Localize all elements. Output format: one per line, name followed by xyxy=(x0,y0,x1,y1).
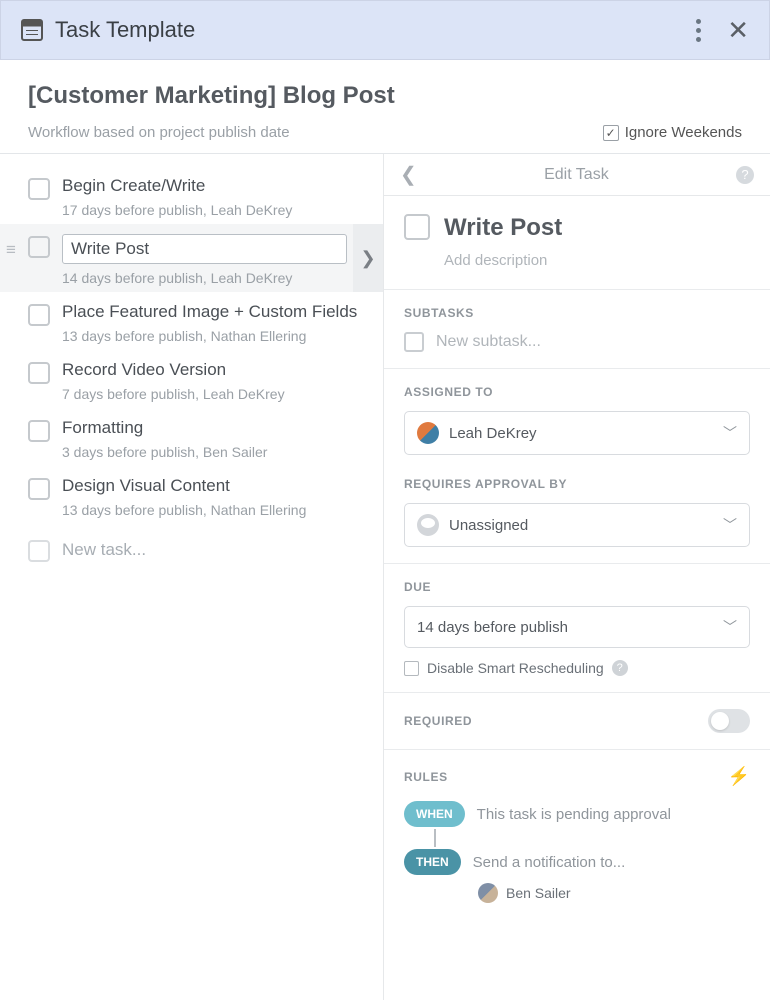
task-checkbox[interactable] xyxy=(28,362,50,384)
task-detail-panel: ❮ Edit Task ? Write Post Add description… xyxy=(384,154,770,1000)
detail-title[interactable]: Write Post xyxy=(444,214,562,242)
task-row[interactable]: Formatting 3 days before publish, Ben Sa… xyxy=(0,408,383,466)
ignore-weekends-label: Ignore Weekends xyxy=(625,124,742,141)
detail-header-title: Edit Task xyxy=(544,166,609,184)
task-row[interactable]: Record Video Version 7 days before publi… xyxy=(0,350,383,408)
due-value: 14 days before publish xyxy=(417,619,568,636)
project-title: [Customer Marketing] Blog Post xyxy=(28,82,742,110)
rule-when-text: This task is pending approval xyxy=(477,806,671,823)
help-icon[interactable]: ? xyxy=(612,660,628,676)
more-menu-icon[interactable] xyxy=(696,19,701,42)
disable-resched-checkbox[interactable] xyxy=(404,661,419,676)
subtasks-section: SUBTASKS New subtask... xyxy=(384,289,770,368)
task-row[interactable]: Place Featured Image + Custom Fields 13 … xyxy=(0,292,383,350)
bolt-icon[interactable]: ⚡ xyxy=(728,766,750,787)
avatar-icon xyxy=(478,883,498,903)
approval-value: Unassigned xyxy=(449,517,528,534)
when-pill: WHEN xyxy=(404,801,465,827)
template-icon xyxy=(21,19,43,41)
task-list: Begin Create/Write 17 days before publis… xyxy=(0,154,384,1000)
required-toggle[interactable] xyxy=(708,709,750,733)
ignore-weekends-toggle[interactable]: ✓ Ignore Weekends xyxy=(603,124,742,141)
task-meta: 14 days before publish, Leah DeKrey xyxy=(62,270,347,286)
task-checkbox[interactable] xyxy=(28,178,50,200)
avatar-empty-icon xyxy=(417,514,439,536)
assigned-value: Leah DeKrey xyxy=(449,425,537,442)
task-checkbox[interactable] xyxy=(28,304,50,326)
workflow-subtitle: Workflow based on project publish date xyxy=(28,124,290,141)
task-meta: 17 days before publish, Leah DeKrey xyxy=(62,202,365,218)
new-subtask-row[interactable]: New subtask... xyxy=(404,332,750,352)
approval-label: REQUIRES APPROVAL BY xyxy=(404,477,750,491)
back-icon[interactable]: ❮ xyxy=(400,162,417,187)
task-meta: 7 days before publish, Leah DeKrey xyxy=(62,386,365,402)
task-checkbox xyxy=(28,540,50,562)
description-input[interactable]: Add description xyxy=(444,252,750,269)
then-pill: THEN xyxy=(404,849,461,875)
task-row[interactable]: Design Visual Content 13 days before pub… xyxy=(0,466,383,524)
close-icon[interactable]: ✕ xyxy=(727,17,749,43)
rule-then[interactable]: THEN Send a notification to... xyxy=(404,849,750,875)
rules-label: RULES xyxy=(404,770,448,784)
task-checkbox[interactable] xyxy=(28,478,50,500)
task-title: Begin Create/Write xyxy=(62,176,365,196)
rule-person: Ben Sailer xyxy=(506,885,571,901)
due-label: DUE xyxy=(404,580,750,594)
task-meta: 13 days before publish, Nathan Ellering xyxy=(62,328,365,344)
chevron-down-icon: ﹀ xyxy=(723,617,737,637)
help-icon[interactable]: ? xyxy=(736,166,754,184)
new-subtask-placeholder: New subtask... xyxy=(436,333,541,351)
subtask-checkbox xyxy=(404,332,424,352)
avatar-icon xyxy=(417,422,439,444)
new-task-row[interactable]: New task... xyxy=(0,524,383,568)
required-label: REQUIRED xyxy=(404,714,472,728)
task-title: Design Visual Content xyxy=(62,476,365,496)
task-title: Record Video Version xyxy=(62,360,365,380)
task-checkbox[interactable] xyxy=(28,236,50,258)
rule-connector xyxy=(434,829,436,847)
subtasks-label: SUBTASKS xyxy=(404,306,750,320)
checkbox-icon: ✓ xyxy=(603,125,619,141)
assigned-select[interactable]: Leah DeKrey ﹀ xyxy=(404,411,750,455)
approval-select[interactable]: Unassigned ﹀ xyxy=(404,503,750,547)
assigned-section: ASSIGNED TO Leah DeKrey ﹀ REQUIRES APPRO… xyxy=(384,368,770,563)
assigned-label: ASSIGNED TO xyxy=(404,385,750,399)
header: [Customer Marketing] Blog Post Workflow … xyxy=(0,60,770,153)
new-task-placeholder: New task... xyxy=(62,540,146,560)
rules-section: RULES ⚡ WHEN This task is pending approv… xyxy=(384,749,770,919)
disable-resched-label: Disable Smart Rescheduling xyxy=(427,660,604,676)
task-checkbox[interactable] xyxy=(28,420,50,442)
task-meta: 13 days before publish, Nathan Ellering xyxy=(62,502,365,518)
required-section: REQUIRED xyxy=(384,692,770,749)
chevron-down-icon: ﹀ xyxy=(723,423,737,443)
task-row[interactable]: Begin Create/Write 17 days before publis… xyxy=(0,166,383,224)
task-title-input[interactable] xyxy=(62,234,347,264)
due-section: DUE 14 days before publish ﹀ Disable Sma… xyxy=(384,563,770,692)
top-bar: Task Template ✕ xyxy=(0,0,770,60)
chevron-right-icon[interactable]: ❯ xyxy=(353,224,383,292)
task-complete-checkbox[interactable] xyxy=(404,214,430,240)
drag-handle-icon[interactable]: ≡ xyxy=(6,240,16,260)
topbar-title: Task Template xyxy=(55,17,195,43)
task-title: Place Featured Image + Custom Fields xyxy=(62,302,365,322)
task-row[interactable]: ≡ 14 days before publish, Leah DeKrey ❯ xyxy=(0,224,383,292)
due-select[interactable]: 14 days before publish ﹀ xyxy=(404,606,750,648)
rule-then-text: Send a notification to... xyxy=(473,854,626,871)
task-title: Formatting xyxy=(62,418,365,438)
chevron-down-icon: ﹀ xyxy=(723,515,737,535)
rule-when[interactable]: WHEN This task is pending approval xyxy=(404,801,750,827)
task-meta: 3 days before publish, Ben Sailer xyxy=(62,444,365,460)
